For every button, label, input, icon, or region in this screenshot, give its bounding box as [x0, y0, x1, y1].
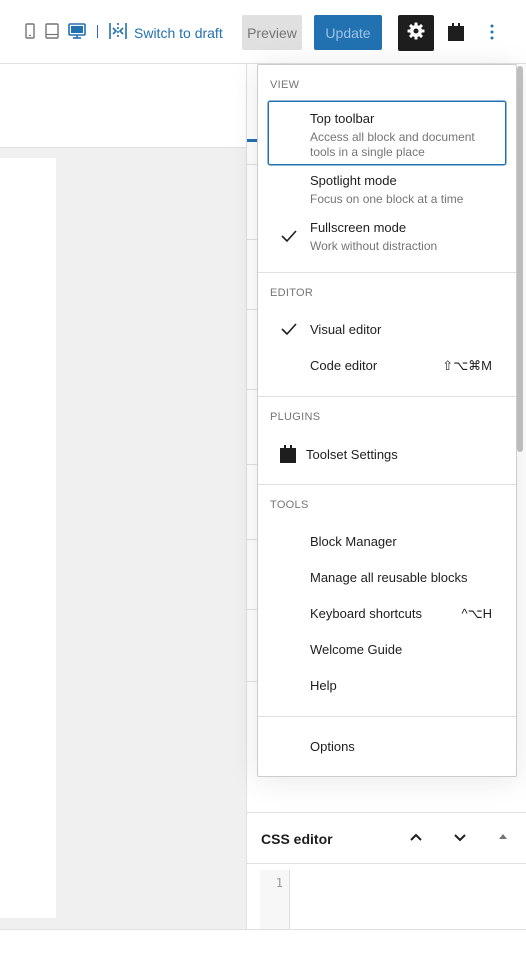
menu-item-description: Access all block and document tools in a… — [310, 130, 475, 159]
menu-item-spotlight-mode[interactable]: Spotlight mode Focus on one block at a t… — [258, 166, 516, 212]
menu-item-label: Block Manager — [310, 534, 397, 549]
chevron-down-icon[interactable] — [450, 827, 470, 852]
more-options-button[interactable] — [482, 22, 502, 47]
menu-item-label: Code editor — [310, 358, 378, 373]
menu-item-fullscreen-mode[interactable]: Fullscreen mode Work without distraction — [258, 213, 516, 259]
line-number: 1 — [275, 876, 283, 890]
menu-item-label: Fullscreen mode — [310, 220, 407, 235]
toolset-icon — [278, 444, 298, 469]
menu-item-welcome-guide[interactable]: Welcome Guide — [258, 632, 516, 668]
gear-icon — [406, 21, 426, 46]
editor-footer — [0, 929, 526, 954]
options-group: Options — [258, 717, 516, 777]
menu-item-description: Focus on one block at a time — [310, 192, 464, 206]
collapse-triangle-icon[interactable] — [496, 827, 510, 852]
menu-item-description: Work without distraction — [310, 239, 438, 253]
menu-item-keyboard-shortcuts[interactable]: Keyboard shortcuts ^⌥H — [258, 596, 516, 632]
switch-draft-icon — [108, 22, 134, 43]
editor-header: Switch to draft Preview Update — [0, 0, 526, 64]
line-number-gutter: 1 — [260, 870, 290, 930]
view-group-label: VIEW — [270, 79, 300, 91]
more-vertical-icon — [482, 24, 502, 46]
tools-group: TOOLS Block Manager Manage all reusable … — [258, 485, 516, 717]
checkmark-icon — [280, 322, 298, 341]
menu-item-block-manager[interactable]: Block Manager — [258, 524, 516, 560]
toolset-button[interactable] — [446, 22, 466, 47]
toolbar-separator — [97, 25, 98, 38]
css-editor-divider — [394, 864, 526, 865]
menu-item-toolset-settings[interactable]: Toolset Settings — [258, 435, 516, 473]
plugins-group: PLUGINS Toolset Settings — [258, 397, 516, 485]
tablet-icon[interactable] — [45, 23, 59, 44]
settings-button[interactable] — [398, 15, 434, 51]
update-button[interactable]: Update — [314, 15, 382, 50]
menu-item-label: Welcome Guide — [310, 642, 403, 657]
menu-item-options[interactable]: Options — [258, 729, 516, 765]
menu-item-shortcut: ^⌥H — [461, 606, 492, 621]
menu-item-label: Spotlight mode — [310, 173, 397, 188]
plugins-group-label: PLUGINS — [270, 411, 321, 423]
editor-group: EDITOR Visual editor Code editor ⇧⌥⌘M — [258, 273, 516, 397]
editor-page[interactable] — [0, 158, 56, 918]
editor-canvas-top — [0, 64, 246, 148]
view-group: VIEW Top toolbar Access all block and do… — [258, 65, 516, 273]
editor-group-label: EDITOR — [270, 287, 314, 299]
menu-item-label: Keyboard shortcuts — [310, 606, 423, 621]
menu-item-top-toolbar[interactable]: Top toolbar Access all block and documen… — [258, 101, 516, 165]
switch-to-draft-button[interactable]: Switch to draft — [108, 22, 223, 43]
menu-item-label: Help — [310, 678, 337, 693]
sidebar-scrollbar[interactable] — [517, 66, 523, 452]
menu-item-label: Visual editor — [310, 322, 382, 337]
desktop-icon[interactable] — [68, 23, 86, 44]
checkmark-icon — [280, 229, 298, 248]
menu-item-manage-reusable-blocks[interactable]: Manage all reusable blocks — [258, 560, 516, 596]
toolset-icon — [446, 23, 466, 46]
mobile-icon[interactable] — [25, 23, 35, 44]
menu-item-code-editor[interactable]: Code editor ⇧⌥⌘M — [258, 347, 516, 383]
preview-button[interactable]: Preview — [242, 15, 302, 50]
css-editor-panel-header: CSS editor — [246, 812, 526, 865]
menu-item-label: Toolset Settings — [306, 447, 398, 462]
css-editor-title: CSS editor — [261, 831, 333, 847]
options-dropdown-menu: VIEW Top toolbar Access all block and do… — [257, 64, 517, 777]
switch-to-draft-label: Switch to draft — [134, 24, 223, 41]
tools-group-label: TOOLS — [270, 499, 309, 511]
menu-item-label: Manage all reusable blocks — [310, 570, 468, 585]
menu-item-visual-editor[interactable]: Visual editor — [258, 311, 516, 347]
menu-item-help[interactable]: Help — [258, 668, 516, 704]
menu-item-label: Options — [310, 739, 355, 754]
css-code-editor[interactable]: 1 — [260, 870, 526, 930]
menu-item-label: Top toolbar — [310, 111, 375, 126]
chevron-up-icon[interactable] — [406, 827, 426, 852]
menu-item-shortcut: ⇧⌥⌘M — [442, 358, 492, 373]
